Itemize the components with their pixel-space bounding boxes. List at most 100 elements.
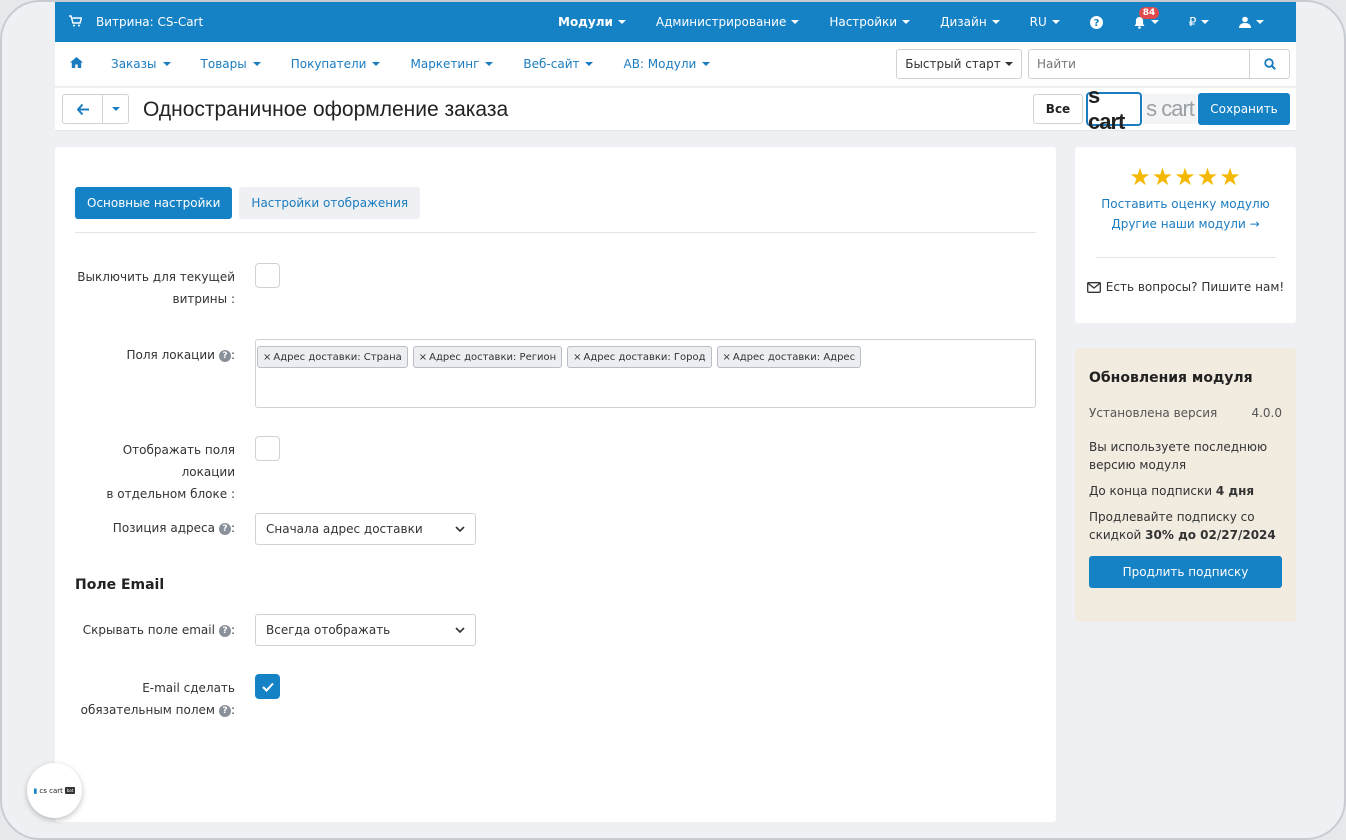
store-name: Витрина: CS-Cart xyxy=(96,15,204,29)
chevron-down-icon xyxy=(1051,20,1060,24)
all-storefronts-button[interactable]: Все xyxy=(1033,94,1083,124)
extend-offer-text: Продлевайте подписку со скидкой 30% до 0… xyxy=(1089,510,1276,542)
user-icon xyxy=(1239,16,1252,28)
help-tooltip-icon[interactable]: ? xyxy=(218,704,231,717)
cart-icon xyxy=(69,14,83,30)
remove-tag-icon[interactable]: × xyxy=(723,352,731,363)
notifications-button[interactable]: 84 xyxy=(1133,6,1160,29)
top-nav-settings[interactable]: Настройки xyxy=(829,15,911,29)
arrow-left-icon xyxy=(76,103,89,115)
menu-customers[interactable]: Покупатели xyxy=(291,57,381,71)
help-tooltip-icon[interactable]: ? xyxy=(218,522,231,535)
quick-start-button[interactable]: Быстрый старт xyxy=(896,49,1022,79)
window-frame: Витрина: CS-Cart Модули Администрировани… xyxy=(0,0,1346,840)
tab-display-settings[interactable]: Настройки отображения xyxy=(239,187,421,219)
location-fields-label: Поля локации?: xyxy=(126,348,236,362)
search-icon xyxy=(1263,58,1276,70)
location-fields-multiselect[interactable]: × Адрес доставки: Страна × Адрес доставки:… xyxy=(255,339,1036,408)
remove-tag-icon[interactable]: × xyxy=(263,352,271,363)
chevron-down-icon xyxy=(702,62,711,66)
tabs: Основные настройки Настройки отображения xyxy=(75,187,421,219)
contact-link[interactable]: Есть вопросы? Пишите нам! xyxy=(1075,280,1296,294)
location-tag[interactable]: × Адрес доставки: Регион xyxy=(412,346,563,368)
menu-products[interactable]: Товары xyxy=(201,57,261,71)
tab-main-settings[interactable]: Основные настройки xyxy=(75,187,233,219)
chevron-down-icon xyxy=(111,107,120,111)
chevron-down-icon xyxy=(162,62,171,66)
renew-subscription-button[interactable]: Продлить подписку xyxy=(1089,556,1282,588)
other-modules-link[interactable]: Другие наши модули → xyxy=(1075,217,1296,231)
address-position-label: Позиция адреса?: xyxy=(112,521,235,535)
hide-email-select[interactable]: Всегда отображать xyxy=(255,614,476,646)
top-nav-design[interactable]: Дизайн xyxy=(940,15,1000,29)
home-icon[interactable] xyxy=(70,57,83,71)
chevron-down-icon xyxy=(252,62,261,66)
page-header: Одностраничное оформление заказа Все s c… xyxy=(55,83,1296,134)
latest-version-text: Вы используете последнюю версию модуля xyxy=(1089,440,1268,472)
remove-tag-icon[interactable]: × xyxy=(419,352,427,363)
cs-cart-floating-logo[interactable]: ▮ cs cart bot xyxy=(27,763,82,818)
search-button[interactable] xyxy=(1249,50,1289,78)
main-menu-bar: Заказы Товары Покупатели Маркетинг Веб-с… xyxy=(55,42,1296,87)
menu-marketing[interactable]: Маркетинг xyxy=(410,57,494,71)
address-position-select[interactable]: Сначала адрес доставки xyxy=(255,513,476,545)
email-required-label: E-mail сделать обязательным полем?: xyxy=(80,681,235,717)
chevron-down-icon xyxy=(455,627,465,633)
chevron-down-icon xyxy=(1256,20,1265,24)
menu-ab-modules[interactable]: АВ: Модули xyxy=(623,57,711,71)
help-icon[interactable]: ? xyxy=(1089,15,1103,29)
chevron-down-icon xyxy=(1201,20,1210,24)
envelope-icon xyxy=(1086,281,1101,293)
chevron-down-icon xyxy=(1004,62,1013,66)
store-switcher[interactable]: Витрина: CS-Cart xyxy=(69,14,204,30)
chevron-down-icon xyxy=(991,20,1000,24)
storefront-logo-active[interactable]: s cart xyxy=(1086,83,1142,134)
disable-storefront-label: Выключить для текущей витрины : xyxy=(77,270,235,306)
installed-version-row: Установлена версия 4.0.0 xyxy=(1089,406,1282,420)
email-required-checkbox[interactable] xyxy=(255,674,280,699)
hide-email-label: Скрывать поле email?: xyxy=(82,623,235,637)
remove-tag-icon[interactable]: × xyxy=(573,352,581,363)
search-box xyxy=(1028,49,1290,79)
cs-cart-logo-icon: ▮ xyxy=(33,786,38,795)
settings-panel: Основные настройки Настройки отображения… xyxy=(55,147,1056,822)
chevron-down-icon xyxy=(455,526,465,532)
menu-website[interactable]: Веб-сайт xyxy=(523,57,594,71)
location-tag[interactable]: × Адрес доставки: Адрес xyxy=(716,346,862,368)
top-bar: Витрина: CS-Cart Модули Администрировани… xyxy=(55,2,1296,42)
rating-widget: ★★★★★ Поставить оценку модулю Другие наш… xyxy=(1075,147,1296,323)
help-tooltip-icon[interactable]: ? xyxy=(218,349,231,362)
currency-selector[interactable]: ₽ xyxy=(1189,15,1210,29)
location-tag[interactable]: × Адрес доставки: Город xyxy=(567,346,712,368)
module-updates-panel: Обновления модуля Установлена версия 4.0… xyxy=(1075,348,1296,622)
chevron-down-icon xyxy=(585,62,594,66)
back-button-group xyxy=(62,94,129,124)
installed-version: 4.0.0 xyxy=(1251,406,1282,420)
email-section-heading: Поле Email xyxy=(75,577,165,593)
separate-block-checkbox[interactable] xyxy=(255,436,280,461)
rate-module-link[interactable]: Поставить оценку модулю xyxy=(1075,197,1296,211)
chevron-down-icon xyxy=(902,20,911,24)
top-nav-administration[interactable]: Администрирование xyxy=(656,15,800,29)
save-button[interactable]: Сохранить xyxy=(1198,93,1290,125)
language-selector[interactable]: RU xyxy=(1030,15,1060,29)
chevron-down-icon xyxy=(617,20,626,24)
location-tag[interactable]: × Адрес доставки: Страна xyxy=(257,346,408,368)
search-input[interactable] xyxy=(1029,50,1249,78)
menu-orders[interactable]: Заказы xyxy=(111,57,171,71)
notifications-badge: 84 xyxy=(1138,6,1160,19)
help-tooltip-icon[interactable]: ? xyxy=(218,624,231,637)
chevron-down-icon xyxy=(372,62,381,66)
back-button[interactable] xyxy=(63,95,103,123)
checkmark-icon xyxy=(261,682,274,692)
disable-storefront-checkbox[interactable] xyxy=(255,263,280,288)
divider xyxy=(75,232,1036,233)
back-history-dropdown[interactable] xyxy=(103,95,128,123)
separate-block-label: Отображать поля локации в отдельном блок… xyxy=(106,443,235,501)
svg-text:?: ? xyxy=(1093,18,1099,29)
user-menu[interactable] xyxy=(1239,16,1265,28)
top-nav-modules[interactable]: Модули xyxy=(558,15,626,29)
subscription-remaining: До конца подписки 4 дня xyxy=(1089,484,1255,498)
rating-stars[interactable]: ★★★★★ xyxy=(1075,163,1296,191)
storefront-logo-inactive[interactable]: s cart xyxy=(1143,94,1197,124)
